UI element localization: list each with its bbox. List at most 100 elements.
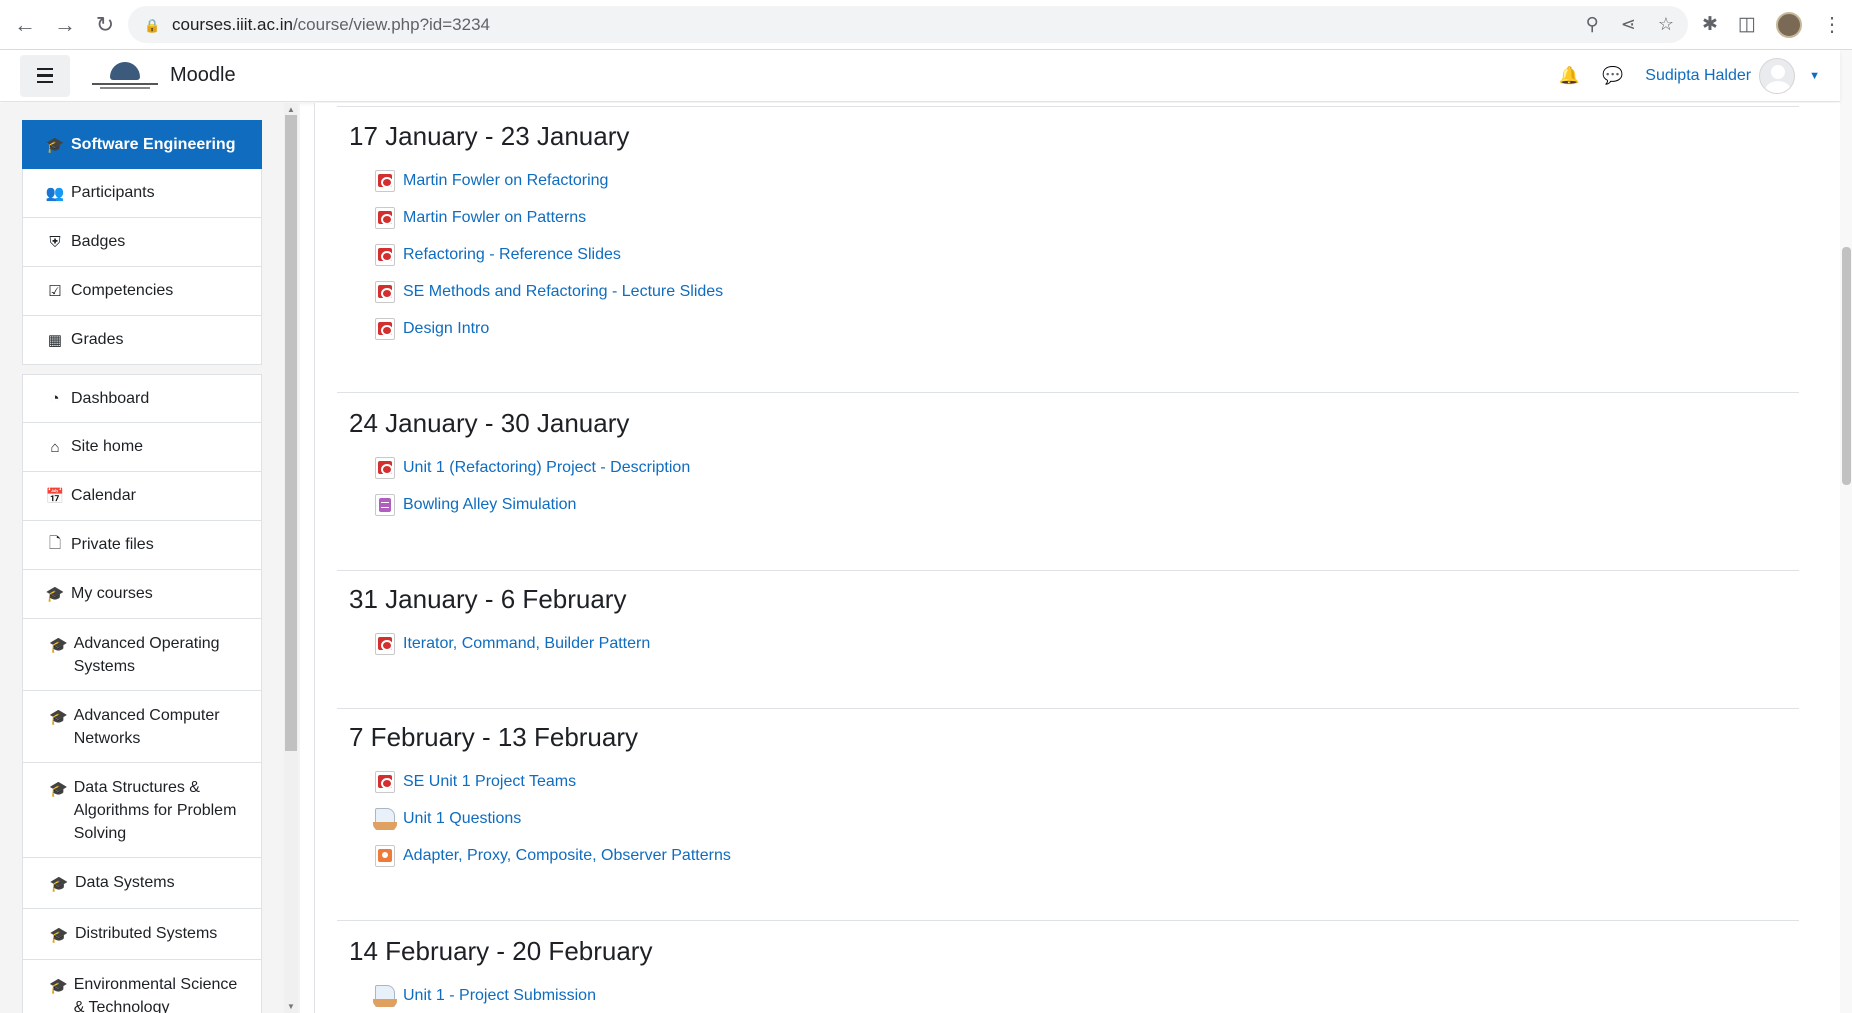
notification-bell-icon[interactable]: 🔔 [1559,66,1580,86]
nav-item-private-files[interactable]: 🗋 Private files [22,521,262,570]
activity-item[interactable]: Unit 1 (Refactoring) Project - Descripti… [375,449,1799,486]
lock-icon[interactable]: 🔒 [144,18,160,33]
moodle-navbar: Moodle 🔔 💬 Sudipta Halder ▼ [0,50,1840,102]
activity-link[interactable]: Refactoring - Reference Slides [403,246,621,264]
nav-item-label: Software Engineering [71,135,236,153]
section-title[interactable]: 17 January - 23 January [349,121,1799,152]
nav-item-label: Distributed Systems [75,925,218,942]
activity-link[interactable]: SE Methods and Refactoring - Lecture Sli… [403,283,723,301]
course-section: 24 January - 30 January Unit 1 (Refactor… [337,408,1799,571]
assignment-icon [373,984,397,1007]
profile-avatar[interactable] [1775,11,1802,38]
activity-link[interactable]: Adapter, Proxy, Composite, Observer Patt… [403,847,731,865]
drawer-toggle-button[interactable] [20,54,70,97]
page-scrollbar[interactable] [1840,50,1852,1013]
activity-item[interactable]: Design Intro [375,310,1799,347]
pdf-icon [375,770,395,793]
scroll-up-arrow-icon[interactable]: ▲ [287,105,295,114]
nav-item-course[interactable]: 🎓 Distributed Systems [22,909,262,960]
nav-item-course[interactable]: 🎓 Data Systems [22,858,262,909]
back-arrow-icon[interactable]: ← [6,6,44,44]
user-avatar[interactable] [1759,58,1796,94]
section-title[interactable]: 14 February - 20 February [349,936,1799,967]
nav-item-course[interactable]: 🎓 Data Structures & Algorithms for Proble… [22,763,262,858]
nav-item-grades[interactable]: ▦ Grades [22,316,262,365]
nav-item-participants[interactable]: 👥 Participants [22,169,262,218]
section-title[interactable]: 7 February - 13 February [349,722,1799,753]
nav-item-calendar[interactable]: 📅 Calendar [22,472,262,521]
activity-link[interactable]: Martin Fowler on Refactoring [403,172,608,190]
site-name[interactable]: Moodle [170,64,236,87]
forward-arrow-icon[interactable]: → [46,6,84,44]
nav-item-competencies[interactable]: ☑ Competencies [22,267,262,316]
url-path: /course/view.php?id=3234 [292,14,490,34]
pdf-icon [375,317,395,340]
nav-item-my-courses[interactable]: 🎓 My courses [22,570,262,619]
section-title[interactable]: 24 January - 30 January [349,408,1799,439]
activity-item[interactable]: SE Methods and Refactoring - Lecture Sli… [375,273,1799,310]
activity-link[interactable]: Unit 1 (Refactoring) Project - Descripti… [403,459,690,477]
activity-item[interactable]: Unit 1 Questions [373,800,1799,837]
activity-link[interactable]: Iterator, Command, Builder Pattern [403,635,650,653]
user-menu-name[interactable]: Sudipta Halder [1645,67,1751,85]
zoom-icon[interactable]: ⚲ [1586,14,1599,35]
address-bar[interactable]: 🔒 courses.iiit.ac.in/course/view.php?id=… [128,6,1688,43]
course-section: 17 January - 23 January Martin Fowler on… [337,119,1799,393]
nav-item-badges[interactable]: ⛨ Badges [22,218,262,267]
nav-item-label: Advanced Computer Networks [73,707,220,747]
graduation-cap-icon: 🎓 [49,876,69,893]
page-scrollbar-thumb[interactable] [1842,247,1851,485]
nav-item-label: Grades [71,331,124,348]
presentation-icon [375,844,395,867]
scroll-down-arrow-icon[interactable]: ▼ [287,1002,295,1011]
nav-item-dashboard[interactable]: ◔ Dashboard [22,374,262,423]
table-icon: ▦ [47,332,63,349]
nav-item-course[interactable]: 🎓 Advanced Operating Systems [22,619,262,691]
section-title[interactable]: 31 January - 6 February [349,584,1799,615]
nav-item-label: My courses [71,585,153,602]
activity-item[interactable]: Martin Fowler on Refactoring [375,162,1799,199]
nav-item-label: Dashboard [71,389,150,407]
activity-link[interactable]: Bowling Alley Simulation [403,496,576,514]
activity-item[interactable]: Martin Fowler on Patterns [375,199,1799,236]
drawer-scrollbar-thumb[interactable] [285,115,297,751]
nav-item-label: Advanced Operating Systems [73,635,220,675]
course-nav-group: 🎓 Software Engineering 👥 Participants ⛨ Bad… [22,120,262,365]
course-section: 31 January - 6 February Iterator, Comman… [337,584,1799,709]
nav-item-label: Competencies [71,282,174,299]
share-icon[interactable]: ⋖ [1621,14,1636,35]
activity-link[interactable]: SE Unit 1 Project Teams [403,773,576,791]
url-text[interactable]: courses.iiit.ac.in/course/view.php?id=32… [172,15,490,35]
graduation-cap-icon: 🎓 [49,781,68,798]
activity-item[interactable]: Iterator, Command, Builder Pattern [375,625,1799,662]
shield-icon: ⛨ [49,233,61,251]
activity-link[interactable]: Unit 1 Questions [403,810,521,828]
bookmark-star-icon[interactable]: ☆ [1658,14,1674,35]
activity-item[interactable]: SE Unit 1 Project Teams [375,763,1799,800]
side-panel-icon[interactable]: ◫ [1738,13,1756,36]
activity-link[interactable]: Unit 1 - Project Submission [403,987,596,1005]
nav-item-course[interactable]: 🎓 Advanced Computer Networks [22,691,262,763]
activity-item[interactable]: Bowling Alley Simulation [375,486,1799,523]
activity-link[interactable]: Martin Fowler on Patterns [403,209,586,227]
user-menu-caret-icon[interactable]: ▼ [1809,70,1820,82]
nav-item-label: Private files [71,536,154,553]
browser-toolbar: ← → ↻ 🔒 courses.iiit.ac.in/course/view.p… [0,0,1852,50]
graduation-cap-icon: 🎓 [49,637,68,654]
course-section: 7 February - 13 February SE Unit 1 Proje… [337,722,1799,921]
activity-item[interactable]: Adapter, Proxy, Composite, Observer Patt… [375,837,1799,874]
reload-icon[interactable]: ↻ [86,6,124,44]
extensions-puzzle-icon[interactable]: ✱ [1702,13,1718,36]
activity-item[interactable]: Unit 1 - Project Submission [373,977,1799,1013]
nav-item-course[interactable]: 🎓 Environmental Science & Technology [22,960,262,1013]
pdf-icon [375,169,395,192]
activity-link[interactable]: Design Intro [403,320,489,338]
drawer-scrollbar[interactable]: ▲ ▼ [284,103,298,1013]
site-logo[interactable] [90,58,160,94]
activity-item[interactable]: Refactoring - Reference Slides [375,236,1799,273]
browser-menu-icon[interactable]: ⋮ [1822,12,1842,37]
messages-icon[interactable]: 💬 [1602,66,1623,86]
pdf-icon [375,243,395,266]
nav-item-software-engineering[interactable]: 🎓 Software Engineering [22,120,262,169]
nav-item-site-home[interactable]: ⌂ Site home [22,423,262,472]
